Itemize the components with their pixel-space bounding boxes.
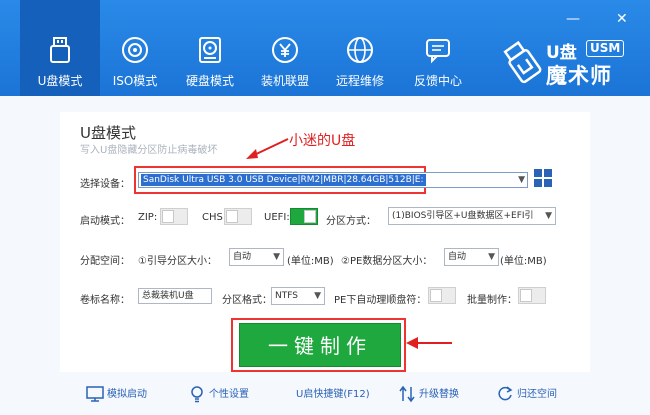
footer-simulate-boot[interactable]: 模拟启动 xyxy=(86,384,147,408)
swap-arrows-icon xyxy=(399,385,415,403)
minimize-button[interactable]: — xyxy=(566,12,580,26)
refresh-icon xyxy=(498,386,513,401)
boot-size-select[interactable]: 自动 ▼ xyxy=(229,248,284,266)
tab-label: 远程维修 xyxy=(335,74,384,88)
partition-mode-label: 分区方式： xyxy=(326,216,376,227)
app-window: — ✕ U盘模式 ISO模式 硬盘模式 装机联盟 远程维修 反馈中心 U盘 US… xyxy=(0,0,650,415)
annotation-arrow-icon xyxy=(246,138,289,159)
chs-toggle[interactable] xyxy=(224,208,252,225)
monitor-icon xyxy=(86,386,104,402)
boot-size-value: 自动 xyxy=(233,252,252,262)
disc-icon xyxy=(122,37,148,63)
chevron-down-icon: ▼ xyxy=(545,211,552,221)
footer-hotkey[interactable]: U启快捷键(F12) xyxy=(296,384,370,408)
chevron-down-icon: ▼ xyxy=(488,252,495,262)
device-label: 选择设备： xyxy=(80,179,130,190)
footer-label: 个性设置 xyxy=(209,389,249,400)
page-subtitle: 写入U盘隐藏分区防止病毒破坏 xyxy=(80,145,218,156)
tab-label: 硬盘模式 xyxy=(185,74,234,88)
tab-disk-mode[interactable]: 硬盘模式 xyxy=(170,0,250,96)
background-right xyxy=(590,112,650,378)
tab-label: 装机联盟 xyxy=(260,74,309,88)
tab-label: 反馈中心 xyxy=(413,74,462,88)
grid-view-icon[interactable] xyxy=(534,169,552,187)
footer-label: 模拟启动 xyxy=(107,389,147,400)
footer-upgrade[interactable]: 升级替换 xyxy=(398,384,459,408)
usb-drive-icon xyxy=(50,37,70,63)
partition-mode-value: (1)BIOS引导区+U盘数据区+EFI引 xyxy=(392,211,534,221)
chevron-down-icon: ▼ xyxy=(518,175,525,185)
toggle-knob xyxy=(226,210,238,223)
footer-restore-space[interactable]: 归还空间 xyxy=(496,384,557,408)
header-bar: — ✕ U盘模式 ISO模式 硬盘模式 装机联盟 远程维修 反馈中心 U盘 US… xyxy=(0,0,650,96)
brand-logo: U盘 USM 魔术师 xyxy=(500,38,640,88)
footer-label: U启快捷键(F12) xyxy=(296,389,370,400)
tab-install-alliance[interactable]: 装机联盟 xyxy=(245,0,325,96)
fs-label: 分区格式： xyxy=(222,295,272,306)
fs-value: NTFS xyxy=(275,291,298,301)
zip-label: ZIP: xyxy=(138,212,158,223)
chevron-down-icon: ▼ xyxy=(314,291,321,301)
usb-magician-logo-icon xyxy=(503,40,542,84)
chat-icon xyxy=(426,39,450,64)
device-select-value: SanDisk Ultra USB 3.0 USB Device|RM2|MBR… xyxy=(141,174,426,186)
batch-toggle[interactable] xyxy=(518,287,546,304)
auto-drive-letter-toggle[interactable] xyxy=(428,287,456,304)
page-title: U盘模式 xyxy=(80,124,136,142)
boot-mode-label: 启动模式： xyxy=(80,216,130,227)
toggle-knob xyxy=(430,289,442,302)
device-select[interactable]: SanDisk Ultra USB 3.0 USB Device|RM2|MBR… xyxy=(138,172,528,188)
volume-label: 卷标名称： xyxy=(80,295,130,306)
chevron-down-icon: ▼ xyxy=(273,252,280,262)
pe-size-value: 自动 xyxy=(448,252,467,262)
annotation-arrow-icon xyxy=(406,337,452,349)
background-left xyxy=(0,112,60,378)
globe-icon xyxy=(347,37,373,63)
footer-personal-settings[interactable]: 个性设置 xyxy=(188,384,249,408)
partition-mode-select[interactable]: (1)BIOS引导区+U盘数据区+EFI引 ▼ xyxy=(388,207,556,225)
volume-input[interactable]: 总裁装机U盘 xyxy=(138,288,212,304)
unit-label-2: (单位:MB) xyxy=(500,256,547,267)
zip-toggle[interactable] xyxy=(160,208,188,225)
yen-icon xyxy=(272,37,298,63)
alloc-label: 分配空间： xyxy=(80,256,130,267)
make-button[interactable]: 一键制作 xyxy=(239,323,401,367)
toggle-knob xyxy=(304,210,316,223)
boot-size-label: ①引导分区大小： xyxy=(138,256,217,267)
chs-label: CHS: xyxy=(202,212,227,223)
close-button[interactable]: ✕ xyxy=(616,12,628,26)
footer-label: 升级替换 xyxy=(419,389,459,400)
brand-badge: USM xyxy=(586,40,625,57)
pe-size-select[interactable]: 自动 ▼ xyxy=(444,248,499,266)
pe-size-label: ②PE数据分区大小： xyxy=(341,256,433,267)
unit-label-1: (单位:MB) xyxy=(287,256,334,267)
tab-label: ISO模式 xyxy=(112,74,158,88)
batch-label: 批量制作： xyxy=(467,295,517,306)
uefi-label: UEFI: xyxy=(264,212,290,223)
uefi-toggle[interactable] xyxy=(290,208,318,225)
tab-remote-repair[interactable]: 远程维修 xyxy=(320,0,400,96)
tab-label: U盘模式 xyxy=(37,74,83,88)
tab-feedback[interactable]: 反馈中心 xyxy=(398,0,478,96)
toggle-knob xyxy=(520,289,532,302)
fs-select[interactable]: NTFS ▼ xyxy=(271,287,325,305)
bulb-icon xyxy=(191,386,203,403)
brand-line2: 魔术师 xyxy=(546,64,612,88)
auto-drive-letter-label: PE下自动理顺盘符： xyxy=(334,295,427,306)
annotation-text: 小迷的U盘 xyxy=(289,133,356,149)
footer-label: 归还空间 xyxy=(517,389,557,400)
tab-iso-mode[interactable]: ISO模式 xyxy=(95,0,175,96)
toggle-knob xyxy=(162,210,174,223)
tab-usb-mode[interactable]: U盘模式 xyxy=(20,0,100,96)
hard-disk-icon xyxy=(199,37,221,63)
